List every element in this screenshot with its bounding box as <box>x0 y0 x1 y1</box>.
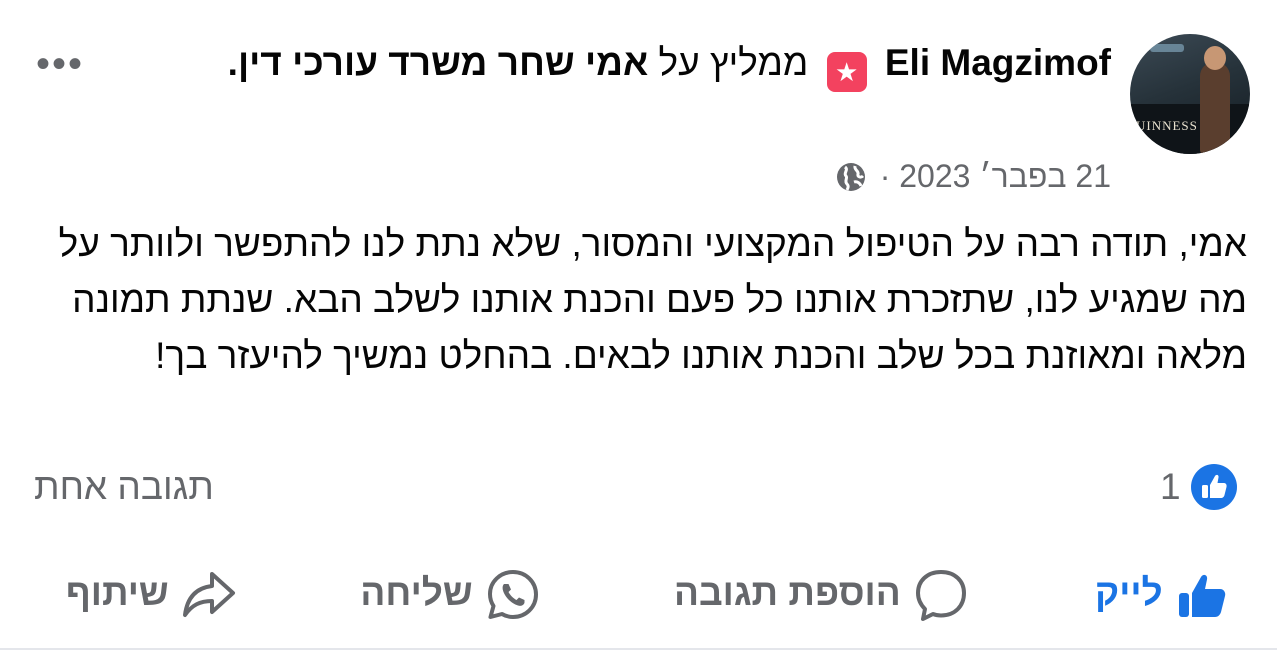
share-label: שיתוף <box>65 572 169 613</box>
thumbs-up-icon <box>1179 575 1226 618</box>
like-button[interactable]: לייק <box>1095 558 1233 628</box>
reaction-summary[interactable]: 1 <box>1160 464 1237 510</box>
add-comment-button[interactable]: הוספת תגובה <box>674 558 971 628</box>
globe-icon <box>836 163 865 191</box>
action-bar: לייק הוספת תגובה שליחה שיתוף <box>0 558 1277 628</box>
share-arrow-icon <box>183 572 235 618</box>
post-date[interactable]: 21 בפבר׳ 2023 <box>899 158 1111 194</box>
thumbs-up-icon <box>1191 464 1237 510</box>
share-button[interactable]: שיתוף <box>66 558 239 628</box>
more-dots-icon[interactable]: ••• <box>36 44 84 84</box>
avatar-head <box>1204 46 1226 70</box>
comments-count[interactable]: תגובה אחת <box>34 464 214 510</box>
post-header: Eli Magzimof ★ ממליץ על אמי שחר משרד עור… <box>36 36 1111 92</box>
speech-bubble-icon <box>916 570 966 622</box>
comment-label: הוספת תגובה <box>673 572 901 613</box>
post-meta: 21 בפבר׳ 2023 · <box>835 156 1111 196</box>
post-content: אמי, תודה רבה על הטיפול המקצועי והמסור, … <box>58 223 1247 376</box>
send-button[interactable]: שליחה <box>360 558 543 628</box>
like-label: לייק <box>1095 572 1163 613</box>
star-badge-icon: ★ <box>826 52 867 92</box>
meta-separator: · <box>879 158 891 194</box>
like-count: 1 <box>1159 466 1181 507</box>
author-name[interactable]: Eli Magzimof <box>885 42 1111 83</box>
avatar-sign: UINNESS <box>1136 118 1198 133</box>
whatsapp-icon <box>488 570 538 620</box>
page-name[interactable]: אמי שחר משרד עורכי דין. <box>228 42 649 83</box>
send-label: שליחה <box>360 572 473 613</box>
recommends-text: ממליץ על <box>658 42 809 83</box>
avatar-person <box>1200 62 1230 154</box>
review-post: UINNESS Eli Magzimof ★ ממליץ על אמי שחר … <box>0 0 1277 651</box>
avatar-lamp <box>1150 44 1184 52</box>
divider <box>0 648 1277 650</box>
avatar[interactable]: UINNESS <box>1130 34 1250 154</box>
